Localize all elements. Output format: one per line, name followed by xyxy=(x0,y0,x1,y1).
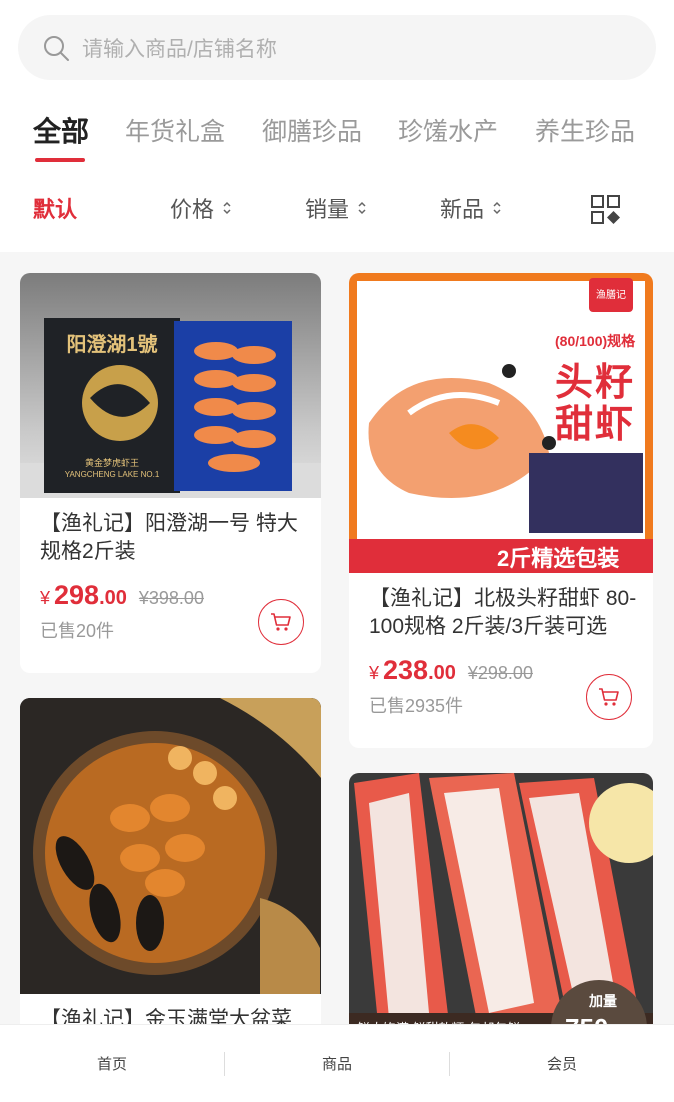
price-integer: 238 xyxy=(383,655,429,685)
sort-price-label: 价格 xyxy=(170,197,215,222)
product-title: 【渔礼记】阳澄湖一号 特大规格2斤装 xyxy=(40,512,298,563)
sort-bar: 默认 价格 销量 新品 xyxy=(0,182,674,232)
original-price: ¥398.00 xyxy=(138,588,204,608)
product-image xyxy=(20,698,321,994)
add-to-cart-button[interactable] xyxy=(586,674,632,720)
product-image: 渔膳记 (80/100)规格 头籽 甜虾 2斤精选包装 xyxy=(349,273,653,573)
price-integer: 298 xyxy=(54,580,100,610)
tab-gift-box[interactable]: 年货礼盒 xyxy=(125,112,225,148)
active-tab-underline xyxy=(35,158,85,162)
sort-new[interactable]: 新品 xyxy=(440,192,502,224)
price-decimal: .00 xyxy=(428,662,456,684)
tab-imperial[interactable]: 御膳珍品 xyxy=(262,112,362,148)
product-title: 【渔礼记】北极头籽甜虾 80-100规格 2斤装/3斤装可选 xyxy=(369,587,637,638)
layout-toggle-icon[interactable] xyxy=(590,194,622,226)
header: 请输入商品/店铺名称 全部 年货礼盒 御膳珍品 珍馐水产 养生珍品 默认 价格 … xyxy=(0,0,674,252)
sort-default-label: 默认 xyxy=(33,197,78,222)
add-to-cart-button[interactable] xyxy=(258,599,304,645)
sort-default[interactable]: 默认 xyxy=(33,192,77,224)
headline-line2: 甜虾 xyxy=(555,404,636,446)
tab-all[interactable]: 全部 xyxy=(33,110,89,150)
brand-logo-text: 渔膳记 xyxy=(596,290,626,301)
sort-price[interactable]: 价格 xyxy=(170,192,232,224)
tab-seafood[interactable]: 珍馐水产 xyxy=(398,112,498,148)
product-card[interactable]: 渔膳记 (80/100)规格 头籽 甜虾 2斤精选包装 【渔礼记】北极头籽甜虾 … xyxy=(349,273,653,748)
nav-membership[interactable]: 会员 xyxy=(450,1053,674,1074)
box-cn-text: 黄金梦虎虾王 xyxy=(84,458,139,468)
sort-sales[interactable]: 销量 xyxy=(305,192,367,224)
cart-icon xyxy=(271,613,291,631)
nav-home[interactable]: 首页 xyxy=(0,1053,224,1074)
sort-new-label: 新品 xyxy=(440,197,485,222)
banner-text: 2斤精选包装 xyxy=(497,546,620,571)
search-placeholder: 请输入商品/店铺名称 xyxy=(82,37,277,61)
category-tabs: 全部 年货礼盒 御膳珍品 珍馐水产 养生珍品 xyxy=(0,100,674,170)
box-brand-text: 阳澄湖1號 xyxy=(66,334,158,356)
product-image: 加量 750 鲜肉饱满 鲜甜软糯 包邮包鲜 xyxy=(349,773,653,1038)
tab-health[interactable]: 养生珍品 xyxy=(535,112,635,148)
product-card[interactable]: 阳澄湖1號 黄金梦虎虾王 YANGCHENG LAKE NO.1 【渔礼记】阳澄… xyxy=(20,273,321,673)
cart-icon xyxy=(599,688,619,706)
search-icon xyxy=(44,35,69,61)
search-bar[interactable]: 请输入商品/店铺名称 xyxy=(18,15,656,80)
box-sub-text: YANGCHENG LAKE NO.1 xyxy=(64,470,160,479)
product-card[interactable]: 加量 750 鲜肉饱满 鲜甜软糯 包邮包鲜 xyxy=(349,773,653,1038)
currency-symbol: ¥ xyxy=(369,663,380,683)
badge-top-text: 加量 xyxy=(589,993,617,1009)
product-image-art xyxy=(20,698,321,994)
spec-text: (80/100)规格 xyxy=(555,333,636,349)
sort-arrows-icon xyxy=(493,201,501,215)
original-price: ¥298.00 xyxy=(467,663,533,683)
price-decimal: .00 xyxy=(99,587,127,609)
currency-symbol: ¥ xyxy=(40,588,51,608)
nav-products[interactable]: 商品 xyxy=(225,1053,449,1074)
bottom-navigation: 首页 商品 会员 xyxy=(0,1024,674,1102)
product-card[interactable]: 【渔礼记】金玉满堂大盆菜 xyxy=(20,698,321,1038)
product-image: 阳澄湖1號 黄金梦虎虾王 YANGCHENG LAKE NO.1 xyxy=(20,273,321,498)
sort-arrows-icon xyxy=(358,201,366,215)
sort-sales-label: 销量 xyxy=(305,197,350,222)
sort-arrows-icon xyxy=(223,201,231,215)
